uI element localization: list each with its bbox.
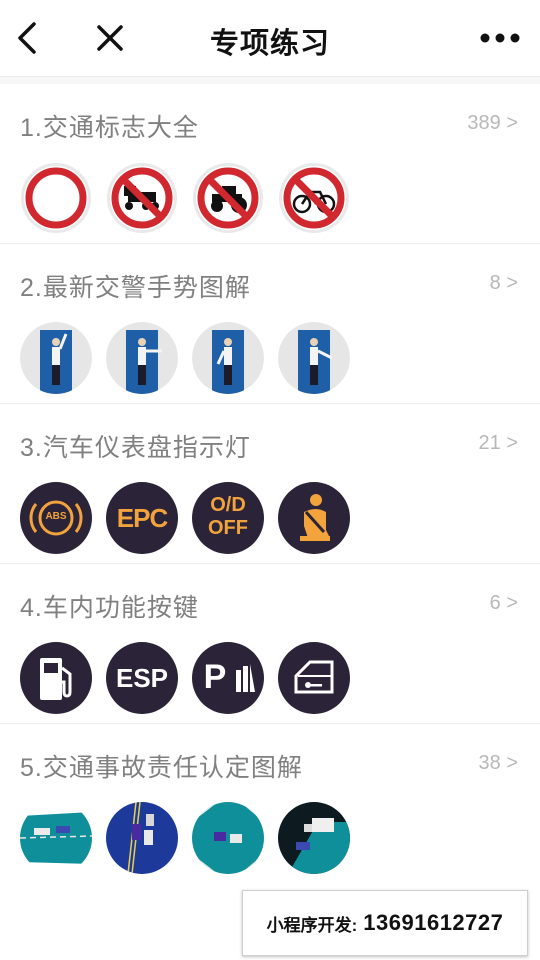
section-police-gestures[interactable]: 2.最新交警手势图解 8 > [0,244,540,404]
section-title: 5.交通事故责任认定图解 [20,754,303,782]
watermark-label: 小程序开发: [266,915,358,935]
section-traffic-signs[interactable]: 1.交通标志大全 389 > [0,84,540,244]
abs-warning-icon[interactable]: ABS [20,482,92,554]
accident-scene-3-icon[interactable] [192,802,264,874]
od-off-icon[interactable]: O/D OFF [192,482,264,554]
seatbelt-warning-icon[interactable] [278,482,350,554]
section-car-buttons[interactable]: 4.车内功能按键 6 > ESP P [0,564,540,724]
police-stop-gesture-icon[interactable] [20,322,92,394]
section-title: 1.交通标志大全 [20,114,199,142]
section-title: 3.汽车仪表盘指示灯 [20,434,251,462]
icon-row [20,322,364,394]
door-lock-icon[interactable] [278,642,350,714]
section-count[interactable]: 6 > [490,592,518,615]
no-entry-sign-icon[interactable] [20,162,92,234]
accident-scene-1-icon[interactable] [20,802,92,874]
section-title: 4.车内功能按键 [20,594,199,622]
accident-scene-4-icon[interactable] [278,802,350,874]
chevron-left-icon[interactable] [14,20,42,56]
page-title: 专项练习 [209,28,330,60]
section-count[interactable]: 389 > [467,112,518,135]
esp-label: ESP [115,663,169,693]
accident-scene-2-icon[interactable] [106,802,178,874]
section-dashboard-lights[interactable]: 3.汽车仪表盘指示灯 21 > ABS EPC O/D OFF [0,404,540,564]
epc-warning-icon[interactable]: EPC [106,482,178,554]
fuel-pump-icon[interactable] [20,642,92,714]
epc-label: EPC [116,503,168,533]
police-left-turn-gesture-icon[interactable] [192,322,264,394]
od-label: O/D [210,494,246,516]
parking-sensor-icon[interactable]: P [192,642,264,714]
more-dots-icon[interactable] [478,24,522,52]
contact-watermark: 小程序开发: 13691612727 [242,890,528,956]
icon-row [20,162,364,234]
police-right-turn-gesture-icon[interactable] [278,322,350,394]
abs-label: ABS [45,511,67,522]
no-tricycle-sign-icon[interactable] [106,162,178,234]
esp-button-icon[interactable]: ESP [106,642,178,714]
section-count[interactable]: 38 > [479,752,518,775]
icon-row [20,802,364,874]
section-count[interactable]: 21 > [479,432,518,455]
section-accident-diagrams[interactable]: 5.交通事故责任认定图解 38 > [0,724,540,884]
section-count[interactable]: 8 > [490,272,518,295]
police-straight-gesture-icon[interactable] [106,322,178,394]
section-title: 2.最新交警手势图解 [20,274,251,302]
off-label: OFF [208,517,248,539]
close-icon[interactable] [94,22,126,54]
navbar: 专项练习 [0,0,540,76]
icon-row: ABS EPC O/D OFF [20,482,364,554]
no-tractor-sign-icon[interactable] [192,162,264,234]
nav-divider [0,76,540,84]
watermark-phone: 13691612727 [363,910,504,935]
icon-row: ESP P [20,642,364,714]
no-bicycle-sign-icon[interactable] [278,162,350,234]
